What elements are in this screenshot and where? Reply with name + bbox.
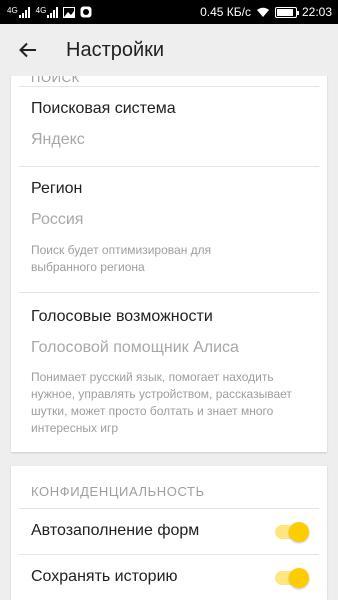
clock: 22:03	[301, 5, 332, 19]
divider	[19, 292, 319, 293]
divider	[19, 86, 319, 87]
section-header-privacy: КОНФИДЕНЦИАЛЬНОСТЬ	[31, 484, 205, 499]
section-header-search: ПОИСК	[31, 76, 80, 85]
back-button[interactable]	[0, 24, 56, 76]
divider	[19, 166, 319, 167]
voice-label: Голосовые возможности	[31, 308, 213, 325]
wifi-icon	[256, 7, 269, 17]
page-title: Настройки	[66, 38, 165, 61]
signal-icon: 4G	[6, 5, 30, 18]
voice-setting[interactable]: Голосовые возможности Голосовой помощник…	[31, 308, 319, 437]
status-right: 0.45 КБ/с 22:03	[200, 5, 332, 19]
search-engine-value: Яндекс	[31, 131, 85, 148]
history-toggle[interactable]	[275, 568, 309, 588]
battery-icon	[274, 6, 299, 18]
region-hint: Поиск будет оптимизирован для выбранного…	[31, 243, 212, 274]
signal-type-label-sim2: 4G	[35, 5, 47, 15]
search-engine-label: Поисковая система	[31, 100, 176, 117]
arrow-left-icon	[19, 42, 36, 58]
region-label: Регион	[31, 180, 83, 197]
divider	[19, 554, 319, 555]
settings-scroll[interactable]: ПОИСК Поисковая система Яндекс Регион Ро…	[0, 76, 338, 600]
voice-hint: Понимает русский язык, помогает находить…	[31, 370, 292, 435]
toggle-knob	[289, 522, 309, 542]
search-card: ПОИСК Поисковая система Яндекс Регион Ро…	[11, 76, 327, 452]
signal-type-label: 4G	[7, 5, 18, 15]
status-bar: 4G 4G 0.45 КБ/с 22:03	[0, 0, 338, 24]
image-notification-icon	[63, 6, 76, 18]
status-left: 4G 4G	[6, 6, 92, 18]
voice-value: Голосовой помощник Алиса	[31, 339, 239, 356]
region-value: Россия	[31, 211, 84, 228]
toggle-knob	[289, 568, 309, 588]
network-speed: 0.45 КБ/с	[200, 5, 251, 19]
messenger-notification-icon	[80, 6, 92, 18]
signal-icon-sim2: 4G	[35, 5, 59, 18]
app-bar: Настройки	[0, 24, 338, 76]
divider	[19, 508, 319, 509]
autofill-toggle[interactable]	[275, 522, 309, 542]
privacy-card: КОНФИДЕНЦИАЛЬНОСТЬ Автозаполнение форм С…	[11, 466, 327, 600]
region-setting[interactable]: Регион Россия Поиск будет оптимизирован …	[31, 180, 319, 276]
search-engine-setting[interactable]: Поисковая система Яндекс	[31, 100, 319, 149]
